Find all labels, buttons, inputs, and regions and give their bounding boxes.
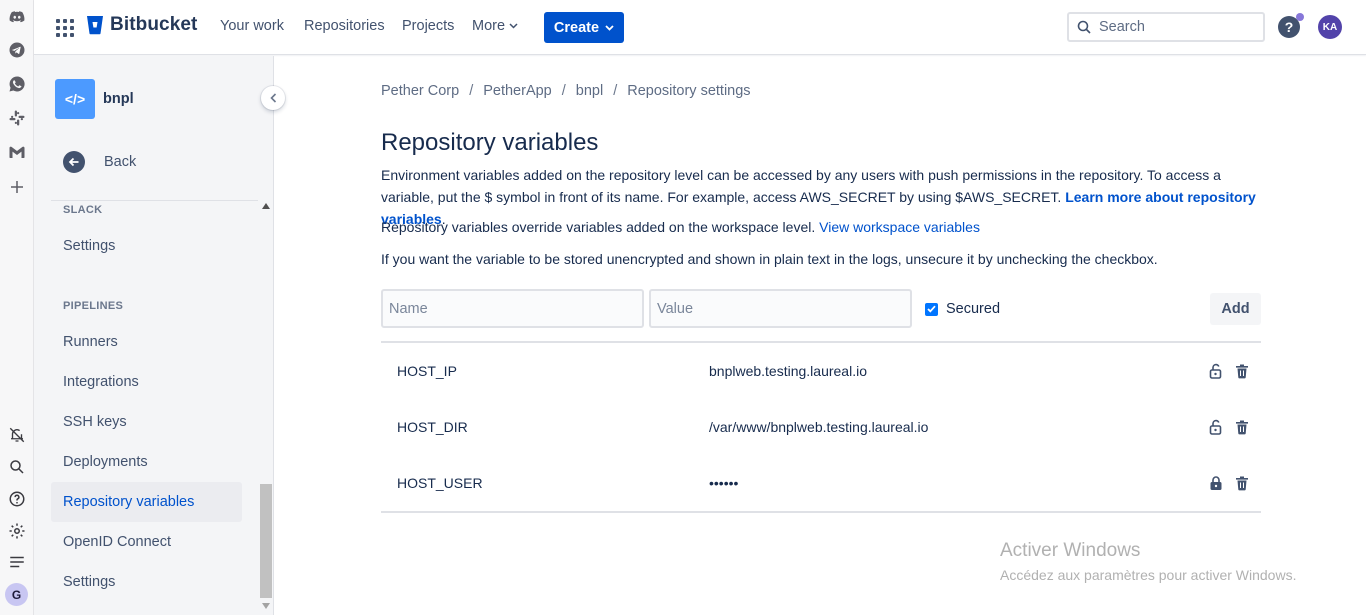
breadcrumb-separator: / bbox=[469, 83, 474, 99]
search-icon bbox=[1077, 20, 1091, 34]
value-input[interactable] bbox=[651, 291, 910, 326]
nav-more-label: More bbox=[472, 18, 506, 34]
gmail-icon[interactable] bbox=[7, 142, 27, 162]
discord-icon[interactable] bbox=[7, 7, 27, 27]
scroll-up-arrow[interactable] bbox=[262, 203, 270, 209]
sidebar-item-pipelines-settings[interactable]: Settings bbox=[51, 562, 242, 602]
windows-activation-watermark: Activer Windows Accédez aux paramètres p… bbox=[1000, 540, 1296, 583]
back-link[interactable]: Back bbox=[63, 151, 136, 173]
back-label: Back bbox=[104, 154, 137, 170]
sidebar-item-ssh-keys[interactable]: SSH keys bbox=[51, 402, 242, 442]
unsecure-paragraph: If you want the variable to be stored un… bbox=[381, 251, 1158, 267]
scroll-down-arrow[interactable] bbox=[262, 603, 270, 609]
table-row: HOST_DIR /var/www/bnplweb.testing.laurea… bbox=[381, 399, 1261, 455]
variable-name: HOST_DIR bbox=[397, 419, 468, 435]
bitbucket-icon bbox=[87, 16, 103, 35]
sidebar-divider bbox=[51, 200, 258, 201]
variable-value: •••••• bbox=[709, 475, 739, 491]
slack-icon[interactable] bbox=[7, 108, 27, 128]
add-button[interactable]: Add bbox=[1210, 293, 1261, 325]
breadcrumb-workspace[interactable]: Pether Corp bbox=[381, 83, 459, 99]
add-variable-form: Secured Add bbox=[381, 289, 1261, 329]
bitbucket-logo[interactable]: Bitbucket bbox=[86, 14, 197, 36]
nav-projects[interactable]: Projects bbox=[402, 18, 454, 34]
breadcrumb-project[interactable]: PetherApp bbox=[483, 83, 552, 99]
chevron-down-icon bbox=[605, 24, 614, 31]
sidebar-item-openid-connect[interactable]: OpenID Connect bbox=[51, 522, 242, 562]
variable-value: bnplweb.testing.laureal.io bbox=[709, 363, 867, 379]
notification-dot bbox=[1296, 13, 1304, 21]
logo-text: Bitbucket bbox=[110, 14, 198, 35]
watermark-title: Activer Windows bbox=[1000, 540, 1141, 561]
checkbox-checked-icon[interactable] bbox=[925, 302, 938, 316]
name-field[interactable] bbox=[381, 289, 644, 328]
table-row: HOST_IP bnplweb.testing.laureal.io bbox=[381, 343, 1261, 399]
notifications-off-icon[interactable] bbox=[7, 425, 27, 445]
main-content: Pether Corp / PetherApp / bnpl / Reposit… bbox=[275, 56, 1366, 615]
breadcrumb-settings[interactable]: Repository settings bbox=[627, 83, 750, 99]
section-title-slack: SLACK bbox=[63, 204, 103, 216]
breadcrumb-separator: / bbox=[613, 83, 618, 99]
breadcrumb-repository[interactable]: bnpl bbox=[576, 83, 603, 99]
breadcrumb: Pether Corp / PetherApp / bnpl / Reposit… bbox=[381, 83, 751, 99]
whatsapp-icon[interactable] bbox=[7, 74, 27, 94]
telegram-icon[interactable] bbox=[7, 40, 27, 60]
nav-your-work[interactable]: Your work bbox=[220, 18, 284, 34]
create-button[interactable]: Create bbox=[544, 12, 624, 43]
app-switcher-icon[interactable] bbox=[55, 18, 75, 38]
lock-icon[interactable] bbox=[1208, 475, 1224, 491]
sidebar-item-slack-settings[interactable]: Settings bbox=[51, 226, 242, 266]
chevron-down-icon bbox=[509, 23, 518, 29]
menu-icon[interactable] bbox=[7, 552, 27, 572]
page-title: Repository variables bbox=[381, 129, 599, 156]
repo-name[interactable]: bnpl bbox=[103, 91, 134, 107]
trash-icon[interactable] bbox=[1234, 363, 1250, 379]
sidebar-item-integrations[interactable]: Integrations bbox=[51, 362, 242, 402]
name-input[interactable] bbox=[383, 291, 642, 326]
secured-checkbox[interactable]: Secured bbox=[925, 301, 1000, 317]
row-actions bbox=[1208, 419, 1250, 435]
search-icon[interactable] bbox=[7, 457, 27, 477]
help-icon[interactable] bbox=[7, 489, 27, 509]
search-field[interactable] bbox=[1067, 12, 1265, 42]
arrow-left-icon bbox=[63, 151, 85, 173]
user-avatar[interactable]: KA bbox=[1318, 15, 1342, 39]
value-field[interactable] bbox=[649, 289, 912, 328]
override-paragraph: Repository variables override variables … bbox=[381, 216, 1261, 238]
trash-icon[interactable] bbox=[1234, 419, 1250, 435]
nav-repositories[interactable]: Repositories bbox=[304, 18, 385, 34]
unlock-icon[interactable] bbox=[1208, 363, 1224, 379]
secured-label: Secured bbox=[946, 301, 1001, 317]
sidebar-item-repository-variables[interactable]: Repository variables bbox=[51, 482, 242, 522]
watermark-subtitle: Accédez aux paramètres pour activer Wind… bbox=[1000, 567, 1297, 583]
variable-name: HOST_IP bbox=[397, 363, 457, 379]
sidebar-item-runners[interactable]: Runners bbox=[51, 322, 242, 362]
add-icon[interactable] bbox=[7, 177, 27, 197]
trash-icon[interactable] bbox=[1234, 475, 1250, 491]
settings-icon[interactable] bbox=[7, 521, 27, 541]
section-title-pipelines: PIPELINES bbox=[63, 300, 124, 312]
repo-avatar[interactable]: </> bbox=[55, 79, 95, 119]
top-navigation: Bitbucket Your work Repositories Project… bbox=[34, 0, 1366, 55]
browser-extension-bar: G bbox=[0, 0, 34, 615]
table-row: HOST_USER •••••• bbox=[381, 455, 1261, 511]
override-text: Repository variables override variables … bbox=[381, 219, 816, 235]
row-actions bbox=[1208, 475, 1250, 491]
nav-more[interactable]: More bbox=[472, 18, 518, 34]
profile-avatar[interactable]: G bbox=[5, 583, 28, 606]
sidebar-item-deployments[interactable]: Deployments bbox=[51, 442, 242, 482]
create-button-label: Create bbox=[553, 19, 600, 36]
scrollbar-thumb[interactable] bbox=[260, 484, 272, 598]
variable-value: /var/www/bnplweb.testing.laureal.io bbox=[709, 419, 929, 435]
row-actions bbox=[1208, 363, 1250, 379]
sidebar: </> bnpl Back SLACK Settings PIPELINES R… bbox=[34, 56, 285, 615]
unlock-icon[interactable] bbox=[1208, 419, 1224, 435]
breadcrumb-separator: / bbox=[561, 83, 566, 99]
variable-name: HOST_USER bbox=[397, 475, 483, 491]
variables-table: HOST_IP bnplweb.testing.laureal.io HOST_… bbox=[381, 341, 1261, 513]
search-input[interactable] bbox=[1099, 19, 1249, 35]
view-workspace-variables-link[interactable]: View workspace variables bbox=[819, 219, 980, 235]
